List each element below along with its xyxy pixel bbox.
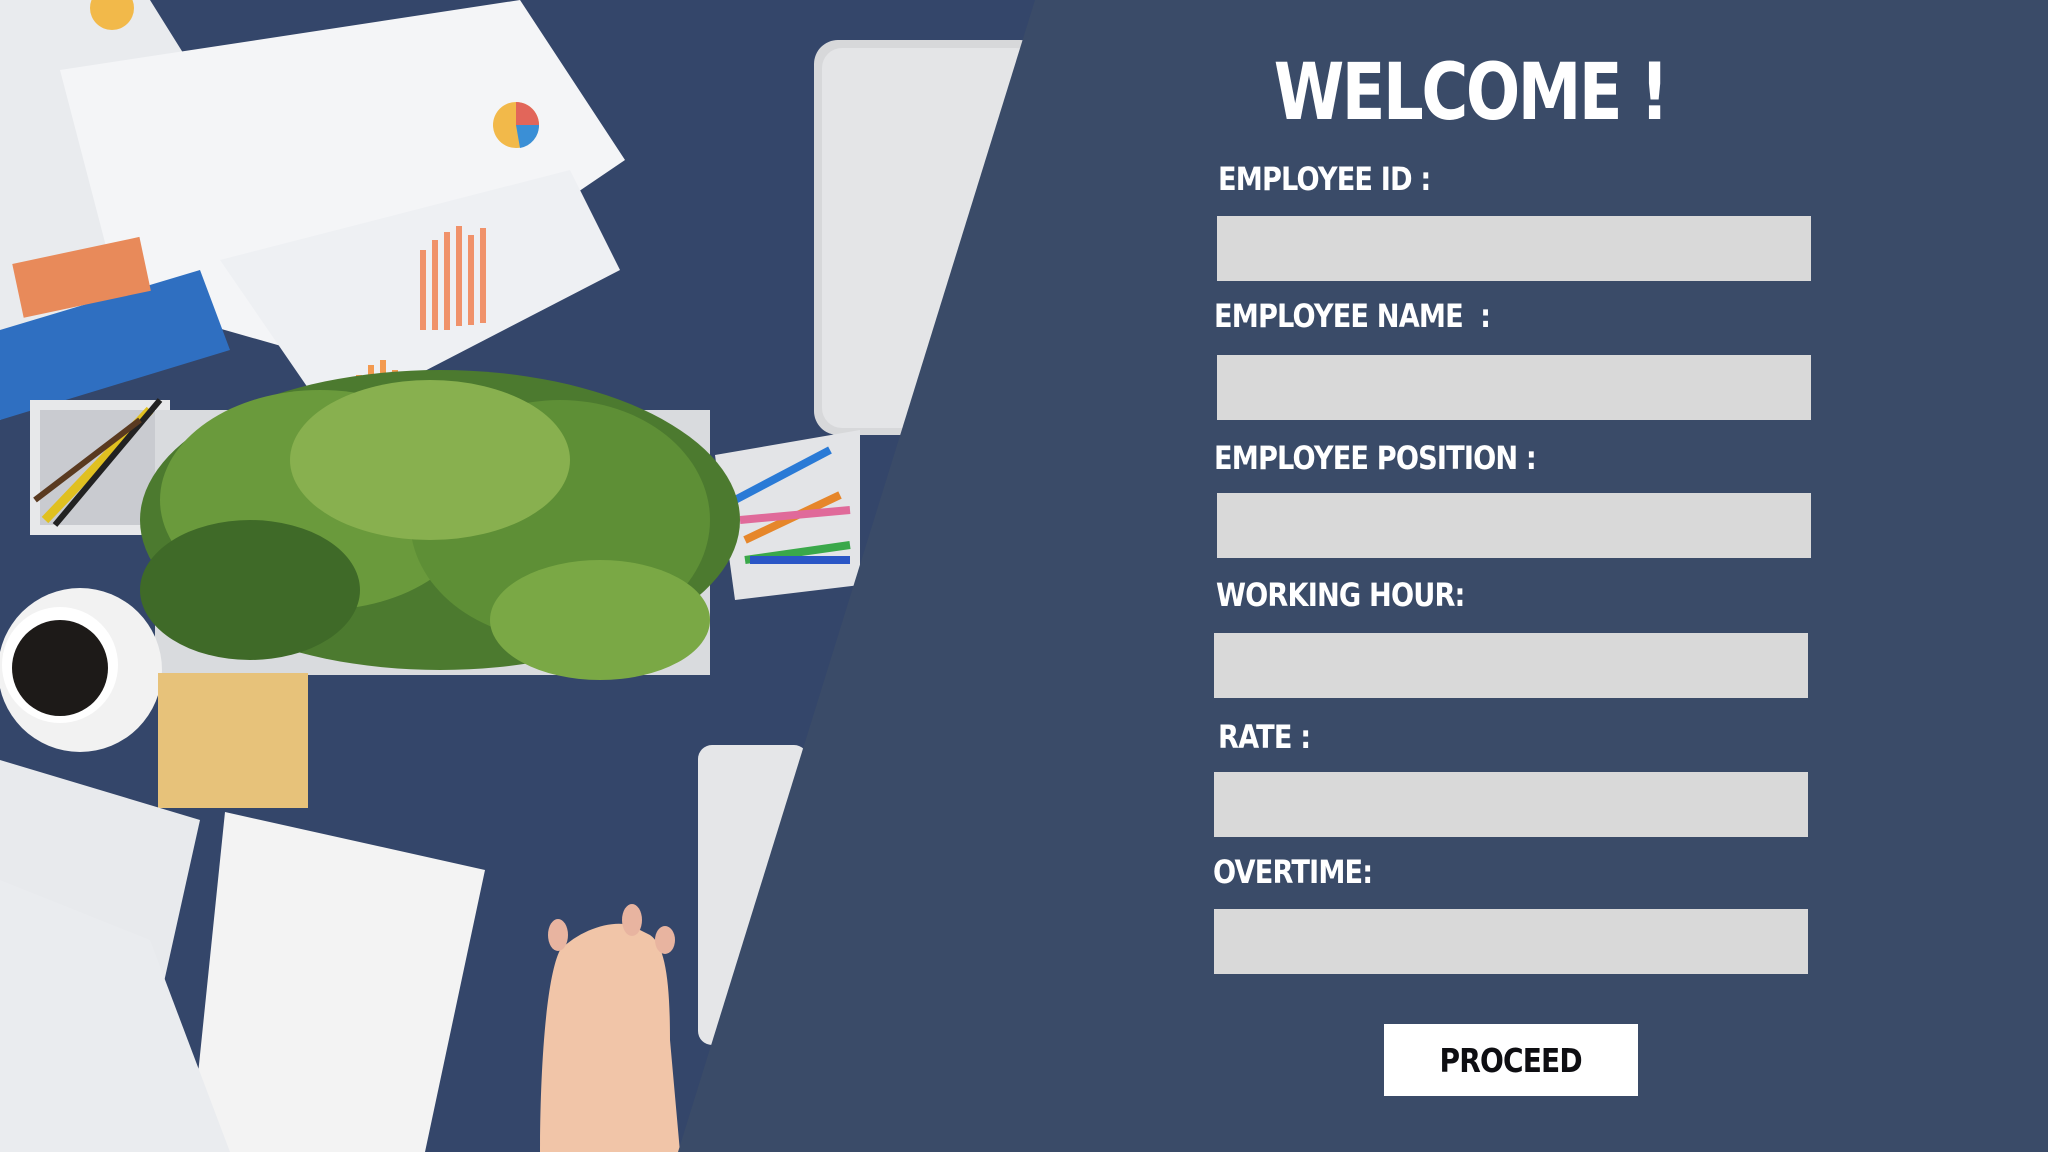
employee-name-label: EMPLOYEE NAME : [1214,297,1491,335]
proceed-button-label: PROCEED [1439,1040,1583,1080]
employee-id-input[interactable] [1217,216,1811,281]
employee-id-label: EMPLOYEE ID : [1218,160,1431,198]
sticky-note [158,673,308,808]
overtime-input[interactable] [1214,909,1808,974]
employee-position-label: EMPLOYEE POSITION : [1214,439,1537,477]
working-hour-input[interactable] [1214,633,1808,698]
coffee-cup [0,588,162,752]
employee-position-input[interactable] [1217,493,1811,558]
plant [140,370,740,680]
rate-input[interactable] [1214,772,1808,837]
overtime-label: OVERTIME: [1213,853,1373,891]
page-title: WELCOME ! [1273,48,1669,138]
employee-name-input[interactable] [1217,355,1811,420]
working-hour-label: WORKING HOUR: [1216,576,1465,614]
proceed-button[interactable]: PROCEED [1384,1024,1638,1096]
rate-label: RATE : [1218,718,1311,756]
hand [540,904,680,1152]
